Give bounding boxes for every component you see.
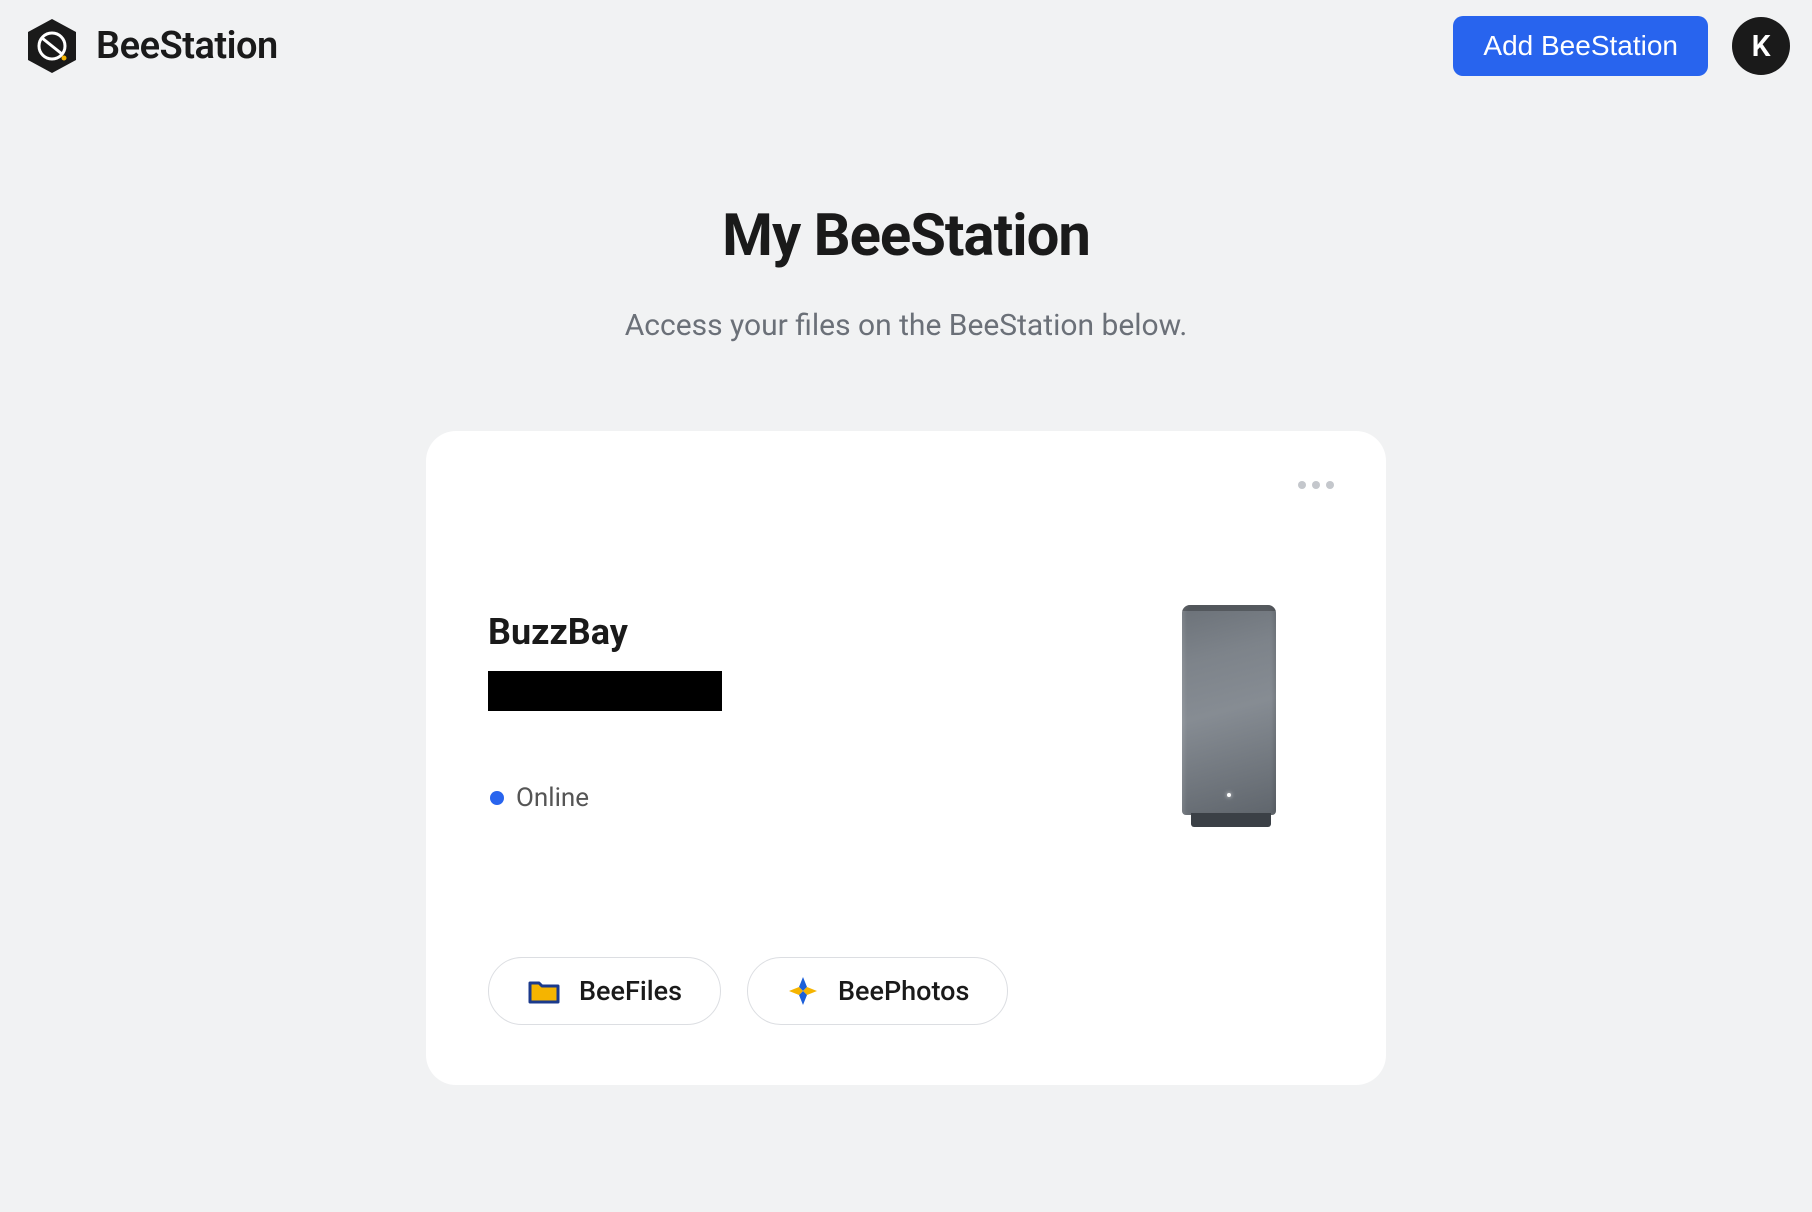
beefiles-button[interactable]: BeeFiles	[488, 957, 721, 1025]
avatar[interactable]: K	[1732, 17, 1790, 75]
brand-logo-icon	[22, 16, 82, 76]
header-actions: Add BeeStation K	[1453, 16, 1790, 76]
page-title: My BeeStation	[722, 202, 1090, 270]
device-name: BuzzBay	[488, 611, 722, 653]
more-icon[interactable]	[1292, 475, 1340, 495]
app-label: BeeFiles	[579, 975, 682, 1007]
beephotos-button[interactable]: BeePhotos	[747, 957, 1008, 1025]
device-info: BuzzBay Online	[488, 611, 722, 813]
folder-icon	[527, 974, 561, 1008]
sparkle-icon	[786, 974, 820, 1008]
brand: BeeStation	[22, 16, 278, 76]
redacted-device-id	[488, 671, 722, 711]
page-subtitle: Access your files on the BeeStation belo…	[625, 308, 1188, 343]
brand-name: BeeStation	[96, 24, 278, 68]
apps-row: BeeFiles BeePhotos	[488, 957, 1324, 1025]
card-body: BuzzBay Online	[488, 611, 1324, 827]
device-status: Online	[490, 783, 722, 813]
status-text: Online	[516, 783, 589, 813]
status-dot-icon	[490, 791, 504, 805]
app-label: BeePhotos	[838, 975, 969, 1007]
main-content: My BeeStation Access your files on the B…	[0, 92, 1812, 1085]
add-beestation-button[interactable]: Add BeeStation	[1453, 16, 1708, 76]
device-image	[1182, 605, 1280, 827]
device-card: BuzzBay Online	[426, 431, 1386, 1085]
header: BeeStation Add BeeStation K	[0, 0, 1812, 92]
